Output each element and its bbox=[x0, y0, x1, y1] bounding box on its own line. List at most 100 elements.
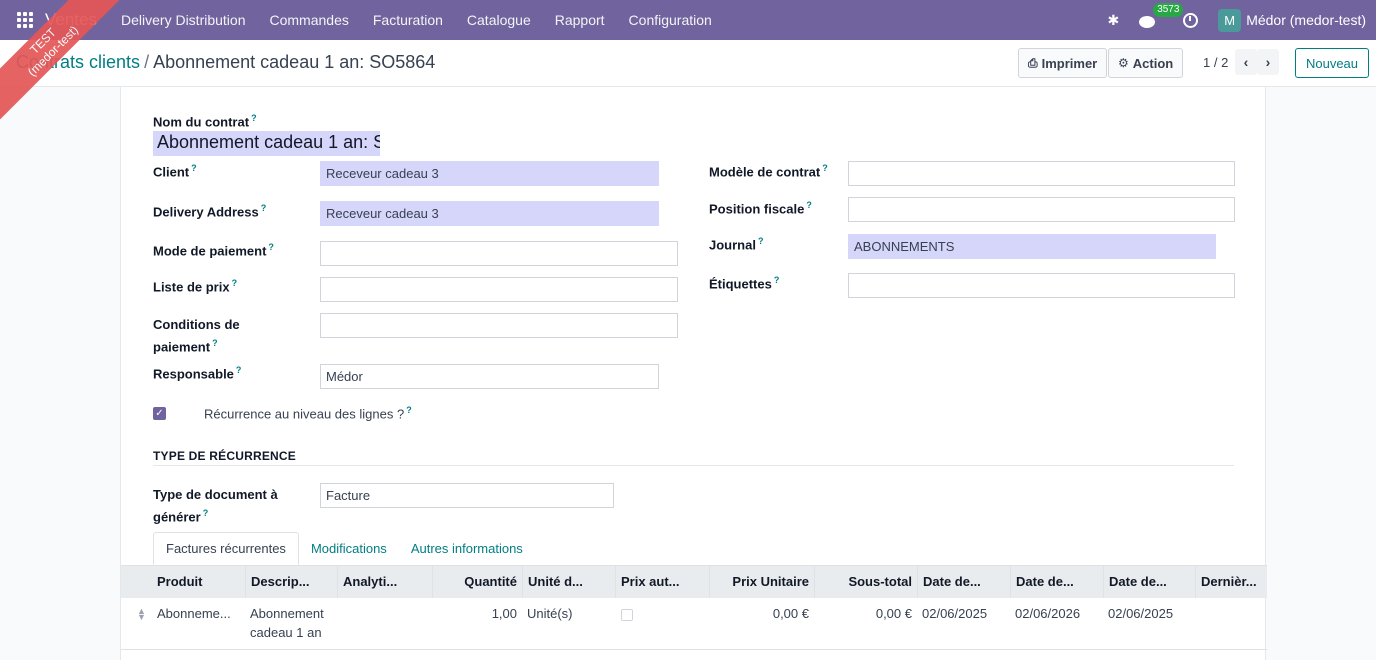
breadcrumb-separator: / bbox=[144, 52, 150, 72]
menu-commandes[interactable]: Commandes bbox=[269, 12, 348, 28]
contract-name-label: Nom du contrat? bbox=[153, 113, 257, 130]
delivery-address-field[interactable]: Receveur cadeau 3 bbox=[320, 201, 659, 226]
help-icon[interactable]: ? bbox=[822, 163, 828, 173]
activity-clock-icon[interactable] bbox=[1183, 12, 1199, 28]
help-icon[interactable]: ? bbox=[758, 236, 764, 246]
form-sheet: Nom du contrat? Abonnement cadeau 1 an: … bbox=[120, 87, 1267, 660]
debug-bug-icon[interactable]: ✱ bbox=[1107, 12, 1119, 29]
help-icon[interactable]: ? bbox=[236, 365, 242, 375]
cell-unit[interactable]: Unité(s) bbox=[522, 604, 615, 623]
cell-date-2[interactable]: 02/06/2026 bbox=[1010, 604, 1103, 623]
recurrence-lines-label: Récurrence au niveau des lignes ?? bbox=[204, 405, 412, 422]
fiscal-position-field[interactable] bbox=[848, 197, 1235, 222]
pager-next-button[interactable]: › bbox=[1257, 49, 1279, 75]
column-header-quantity[interactable]: Quantité bbox=[432, 566, 522, 598]
payment-mode-field[interactable] bbox=[320, 241, 678, 266]
menu-rapport[interactable]: Rapport bbox=[555, 12, 605, 28]
column-header-unit[interactable]: Unité d... bbox=[522, 566, 615, 598]
column-header-product[interactable]: Produit bbox=[152, 566, 247, 598]
help-icon[interactable]: ? bbox=[774, 275, 780, 285]
section-title-recurrence: TYPE DE RÉCURRENCE bbox=[153, 449, 296, 463]
pricelist-label: Liste de prix? bbox=[153, 278, 238, 295]
cell-description[interactable]: Abonnement cadeau 1 an bbox=[245, 604, 337, 642]
tags-field[interactable] bbox=[848, 273, 1235, 298]
document-type-label: Type de document à générer? bbox=[153, 487, 278, 525]
column-header-auto-price[interactable]: Prix aut... bbox=[615, 566, 709, 598]
cell-product[interactable]: Abonneme... bbox=[152, 604, 245, 623]
avatar[interactable]: M bbox=[1218, 8, 1242, 32]
chevron-left-icon: ‹ bbox=[1243, 54, 1249, 70]
cell-date-3[interactable]: 02/06/2025 bbox=[1103, 604, 1195, 623]
column-header-date-1[interactable]: Date de... bbox=[917, 566, 1010, 598]
journal-field[interactable]: ABONNEMENTS bbox=[848, 234, 1216, 259]
payment-terms-label: Conditions de paiement? bbox=[153, 317, 240, 355]
delivery-address-label: Delivery Address? bbox=[153, 203, 267, 220]
help-icon[interactable]: ? bbox=[191, 163, 197, 173]
menu-catalogue[interactable]: Catalogue bbox=[467, 12, 531, 28]
table-row[interactable]: ▲ ▼ Abonneme... Abonnement cadeau 1 an 1,… bbox=[121, 598, 1267, 650]
help-icon[interactable]: ? bbox=[261, 203, 267, 213]
contract-name-input[interactable]: Abonnement cadeau 1 an: SO5864 bbox=[153, 131, 380, 156]
column-header-unit-price[interactable]: Prix Unitaire bbox=[709, 566, 814, 598]
pricelist-field[interactable] bbox=[320, 277, 678, 302]
pager-previous-button[interactable]: ‹ bbox=[1235, 49, 1257, 75]
cell-unit-price[interactable]: 0,00 € bbox=[709, 604, 814, 623]
menu-configuration[interactable]: Configuration bbox=[629, 12, 712, 28]
control-panel: Contrats clients / Abonnement cadeau 1 an:… bbox=[0, 40, 1376, 87]
menu-facturation[interactable]: Facturation bbox=[373, 12, 443, 28]
new-button[interactable]: Nouveau bbox=[1295, 48, 1369, 78]
help-icon[interactable]: ? bbox=[212, 338, 218, 348]
tags-label: Étiquettes? bbox=[709, 275, 780, 292]
menu-delivery-distribution[interactable]: Delivery Distribution bbox=[121, 12, 245, 28]
table-header: Produit Descrip... Analyti... Quantité U… bbox=[121, 565, 1267, 598]
help-icon[interactable]: ? bbox=[232, 278, 238, 288]
notebook-tabs: Factures récurrentes Modifications Autre… bbox=[153, 532, 535, 565]
tab-other-information[interactable]: Autres informations bbox=[399, 532, 535, 565]
fiscal-position-label: Position fiscale? bbox=[709, 200, 812, 217]
document-type-field[interactable]: Facture bbox=[320, 483, 614, 508]
action-label: Action bbox=[1132, 55, 1174, 71]
breadcrumb-current: Abonnement cadeau 1 an: SO5864 bbox=[153, 52, 436, 72]
action-button[interactable]: ⚙ Action bbox=[1108, 48, 1184, 78]
drag-handle-icon[interactable]: ▲ ▼ bbox=[137, 607, 146, 622]
gear-icon: ⚙ bbox=[1118, 56, 1129, 70]
journal-label: Journal? bbox=[709, 236, 764, 253]
help-icon[interactable]: ? bbox=[203, 508, 209, 518]
auto-price-checkbox[interactable] bbox=[621, 609, 633, 621]
print-label: Imprimer bbox=[1041, 55, 1098, 71]
payment-terms-field[interactable] bbox=[320, 313, 678, 338]
column-header-date-2[interactable]: Date de... bbox=[1010, 566, 1103, 598]
message-count-badge: 3573 bbox=[1153, 3, 1184, 17]
print-button[interactable]: ⎙ Imprimer bbox=[1018, 48, 1108, 78]
help-icon[interactable]: ? bbox=[251, 113, 257, 123]
breadcrumb: Contrats clients / Abonnement cadeau 1 an:… bbox=[16, 52, 435, 73]
payment-mode-label: Mode de paiement? bbox=[153, 242, 274, 259]
contract-template-label: Modèle de contrat? bbox=[709, 163, 828, 180]
tab-recurring-invoices[interactable]: Factures récurrentes bbox=[153, 532, 299, 565]
section-divider bbox=[153, 465, 1234, 466]
help-icon[interactable]: ? bbox=[268, 242, 274, 252]
responsible-field[interactable]: Médor bbox=[320, 364, 659, 389]
chat-icon bbox=[1139, 16, 1156, 28]
column-header-date-3[interactable]: Date de... bbox=[1103, 566, 1195, 598]
client-field[interactable]: Receveur cadeau 3 bbox=[320, 161, 659, 186]
recurrence-lines-checkbox[interactable]: ✓ bbox=[153, 407, 166, 420]
tab-modifications[interactable]: Modifications bbox=[299, 532, 399, 565]
cell-quantity[interactable]: 1,00 bbox=[432, 604, 522, 623]
column-header-analytic[interactable]: Analyti... bbox=[337, 566, 432, 598]
pager-value[interactable]: 1 / 2 bbox=[1203, 55, 1228, 70]
top-navbar: Ventes Delivery Distribution Commandes F… bbox=[0, 0, 1376, 40]
user-menu[interactable]: Médor (medor-test) bbox=[1246, 12, 1366, 28]
contract-template-field[interactable] bbox=[848, 161, 1235, 186]
column-header-subtotal[interactable]: Sous-total bbox=[814, 566, 917, 598]
chevron-right-icon: › bbox=[1265, 54, 1271, 70]
help-icon[interactable]: ? bbox=[806, 200, 812, 210]
cell-date-1[interactable]: 02/06/2025 bbox=[917, 604, 1010, 623]
column-header-last[interactable]: Dernièr... bbox=[1195, 566, 1267, 598]
printer-icon: ⎙ bbox=[1028, 55, 1038, 70]
apps-menu-icon[interactable] bbox=[17, 12, 33, 28]
messaging-button[interactable]: 3573 bbox=[1139, 3, 1184, 28]
cell-subtotal[interactable]: 0,00 € bbox=[814, 604, 917, 623]
help-icon[interactable]: ? bbox=[406, 405, 412, 415]
column-header-description[interactable]: Descrip... bbox=[245, 566, 337, 598]
